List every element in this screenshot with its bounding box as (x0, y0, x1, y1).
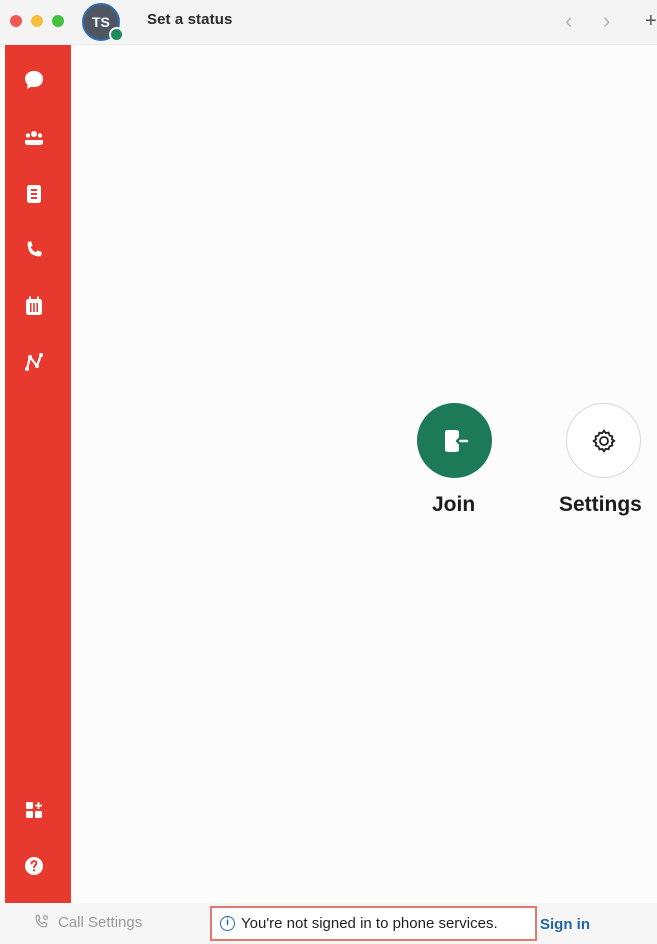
avatar-initials: TS (92, 14, 110, 30)
help-icon (25, 857, 43, 875)
sidebar-item-messaging[interactable] (19, 65, 49, 95)
chat-bubble-icon (25, 71, 43, 89)
minimize-window-button[interactable] (31, 15, 43, 27)
join-meeting-icon (444, 429, 468, 452)
sidebar-item-contacts[interactable] (19, 179, 49, 209)
main-content (72, 45, 657, 903)
phone-icon (27, 241, 42, 257)
join-label: Join (432, 493, 476, 516)
title-bar: TS Set a status ‹ › + (0, 0, 657, 45)
sidebar-item-analytics[interactable] (19, 347, 49, 377)
join-button[interactable] (417, 403, 492, 478)
phone-settings-icon (35, 915, 48, 928)
back-button[interactable]: ‹ (565, 8, 572, 34)
maximize-window-button[interactable] (52, 15, 64, 27)
sidebar (5, 45, 71, 903)
teams-icon (25, 131, 43, 145)
call-settings-label: Call Settings (58, 913, 143, 931)
notice-text: You're not signed in to phone services. (241, 915, 498, 932)
close-window-button[interactable] (10, 15, 22, 27)
phone-services-notice: i You're not signed in to phone services… (210, 906, 537, 941)
sidebar-item-calling[interactable] (19, 235, 49, 265)
calendar-icon (26, 296, 42, 315)
sidebar-item-apps[interactable] (19, 795, 49, 825)
contacts-icon (27, 185, 41, 203)
gear-icon (592, 429, 615, 452)
settings-button[interactable] (566, 403, 641, 478)
sidebar-item-teams[interactable] (19, 123, 49, 153)
sign-in-link[interactable]: Sign in (540, 916, 590, 933)
sidebar-item-help[interactable] (19, 851, 49, 881)
add-button[interactable]: + (645, 8, 657, 34)
analytics-icon (25, 353, 43, 371)
sidebar-item-meetings[interactable] (19, 291, 49, 321)
info-icon: i (220, 916, 235, 931)
call-settings-button[interactable]: Call Settings (32, 913, 142, 931)
apps-icon (26, 802, 42, 818)
set-status-button[interactable]: Set a status (147, 11, 232, 28)
presence-indicator (109, 27, 124, 42)
forward-button[interactable]: › (603, 8, 610, 34)
settings-label: Settings (559, 493, 642, 516)
